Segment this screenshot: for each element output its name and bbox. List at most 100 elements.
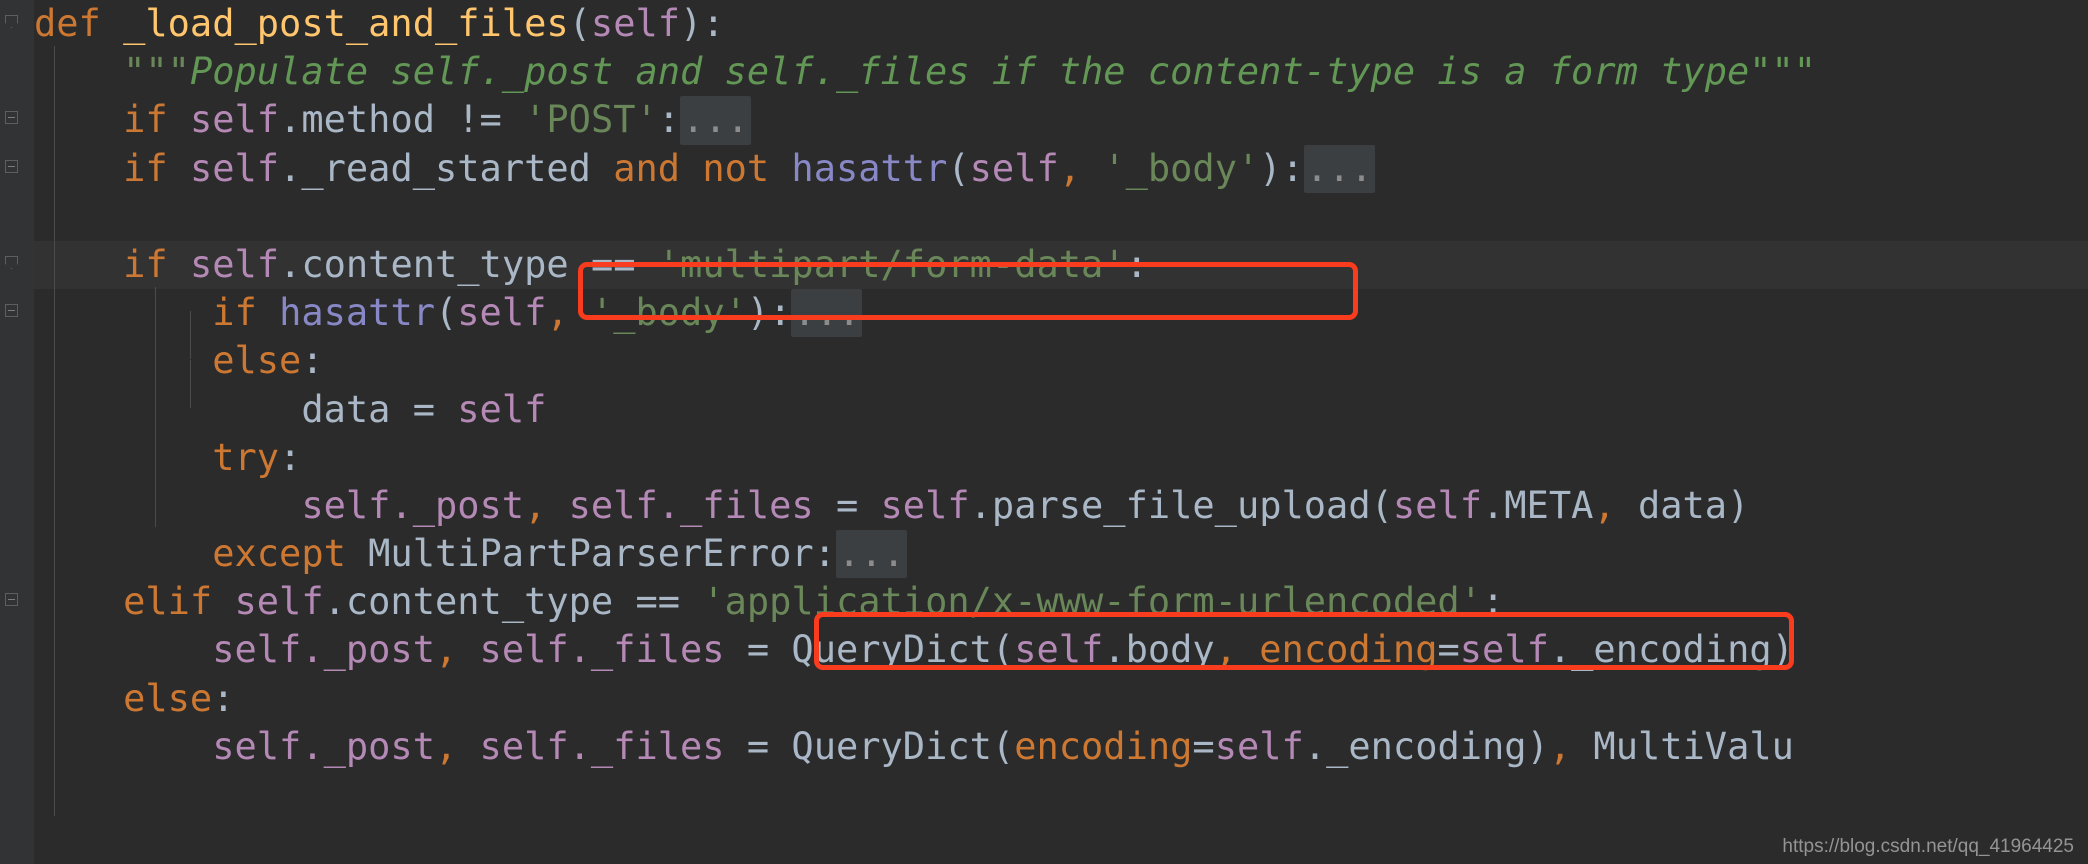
code-line[interactable]: self._post, self._files = QueryDict(enco… [34, 723, 2088, 771]
collapsed-fold-indicator[interactable]: ... [1303, 144, 1375, 193]
code-token: .method [279, 98, 458, 142]
fold-minus-icon[interactable] [4, 110, 21, 127]
fold-minus-icon[interactable] [4, 303, 21, 320]
code-line[interactable]: data = self [34, 386, 2088, 434]
code-token: ._files [657, 483, 814, 527]
code-content-area[interactable]: def _load_post_and_files(self): """Popul… [34, 0, 2088, 864]
code-line[interactable] [34, 193, 2088, 241]
code-token: , [1058, 146, 1082, 190]
code-token: if [123, 98, 168, 142]
code-line[interactable]: if self.method != 'POST':... [34, 96, 2088, 145]
code-editor-screenshot: def _load_post_and_files(self): """Popul… [0, 0, 2088, 864]
collapsed-fold-indicator[interactable]: ... [680, 96, 751, 145]
code-line[interactable]: """Populate self._post and self._files i… [34, 48, 2088, 96]
code-token: self [189, 242, 280, 286]
code-token: '_body' [1103, 146, 1260, 190]
code-token: """ [123, 50, 190, 94]
code-token: ): [680, 2, 725, 45]
code-token: .content_type [279, 242, 591, 286]
fold-minus-icon[interactable] [4, 592, 21, 609]
code-token: else [212, 339, 302, 383]
code-token: self [568, 483, 658, 527]
code-token: , [1548, 724, 1572, 768]
code-token: not [702, 146, 770, 190]
code-token: try [212, 435, 280, 479]
code-token: .META [1482, 483, 1594, 527]
code-token: self [212, 628, 302, 672]
code-token: self [457, 387, 547, 431]
code-token: self [301, 483, 391, 527]
code-line[interactable]: except MultiPartParserError:... [34, 530, 2088, 579]
fold-arrow-icon[interactable] [4, 255, 21, 272]
code-token: = [1192, 724, 1215, 768]
code-line[interactable]: try: [34, 434, 2088, 482]
code-token: if [212, 291, 257, 335]
code-token: ._encoding [1548, 628, 1772, 672]
code-line[interactable]: else: [34, 675, 2088, 723]
code-token: .content_type [323, 580, 636, 624]
code-token: : [657, 98, 681, 142]
code-token: self [479, 724, 569, 768]
code-token: 'application/x-www-form-urlencoded' [702, 580, 1482, 624]
fold-box [5, 256, 18, 269]
code-token: != [457, 98, 502, 142]
code-token: ._post [390, 483, 525, 527]
code-token: , [434, 724, 458, 768]
code-line[interactable]: self._post, self._files = QueryDict(self… [34, 626, 2088, 674]
code-token: ( [435, 291, 458, 335]
code-token: QueryDict( [769, 724, 1015, 768]
fold-minus-glyph [8, 599, 15, 601]
code-token: data [301, 387, 413, 431]
code-token: ._encoding [1303, 724, 1527, 768]
code-token: Populate self._post and self._files if t… [189, 50, 1817, 94]
indent-guide [190, 311, 191, 359]
code-token: ( [568, 2, 591, 45]
code-token: : [212, 676, 235, 720]
code-token: self [212, 724, 302, 768]
fold-minus-icon[interactable] [4, 159, 21, 176]
code-token: : [1481, 580, 1505, 624]
fold-arrow-icon[interactable] [4, 14, 21, 31]
code-token: 'POST' [524, 98, 658, 142]
code-token: = [746, 724, 770, 768]
code-line[interactable]: if self._read_started and not hasattr(se… [34, 144, 2088, 193]
code-token: self [189, 146, 280, 190]
code-token: encoding [1014, 724, 1193, 768]
code-token: else [123, 676, 213, 720]
code-line[interactable]: else: [34, 337, 2088, 385]
code-token: , [546, 291, 569, 335]
collapsed-fold-indicator[interactable]: ... [835, 530, 907, 579]
code-line[interactable]: def _load_post_and_files(self): [34, 0, 2088, 48]
code-token: self [1459, 628, 1549, 672]
code-token: : [1125, 242, 1148, 286]
fold-minus-glyph [8, 117, 15, 119]
code-line[interactable]: if hasattr(self, '_body'):... [34, 289, 2088, 338]
indent-guide [155, 287, 156, 527]
code-line[interactable]: elif self.content_type == 'application/x… [34, 578, 2088, 626]
code-token: ) [1526, 724, 1549, 768]
code-line[interactable]: self._post, self._files = self.parse_fil… [34, 482, 2088, 530]
code-token: ._post [301, 628, 435, 672]
code-token: self [1014, 628, 1104, 672]
collapsed-fold-indicator[interactable]: ... [791, 289, 863, 338]
code-line[interactable]: if self.content_type == 'multipart/form-… [34, 240, 2088, 290]
